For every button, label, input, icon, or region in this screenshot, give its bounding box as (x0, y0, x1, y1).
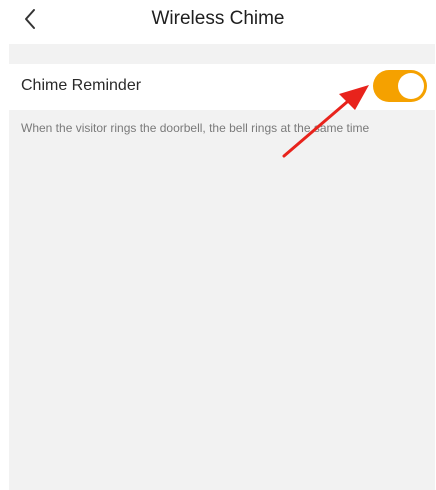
top-bar: Wireless Chime (0, 0, 436, 40)
page-title: Wireless Chime (151, 8, 285, 29)
chime-reminder-toggle[interactable] (373, 70, 427, 102)
chime-reminder-description: When the visitor rings the doorbell, the… (21, 121, 370, 135)
chime-reminder-row: Chime Reminder (9, 64, 435, 110)
toggle-knob (398, 73, 424, 99)
chime-reminder-label: Chime Reminder (21, 77, 142, 94)
settings-panel: Chime Reminder When the visitor rings th… (9, 44, 435, 490)
